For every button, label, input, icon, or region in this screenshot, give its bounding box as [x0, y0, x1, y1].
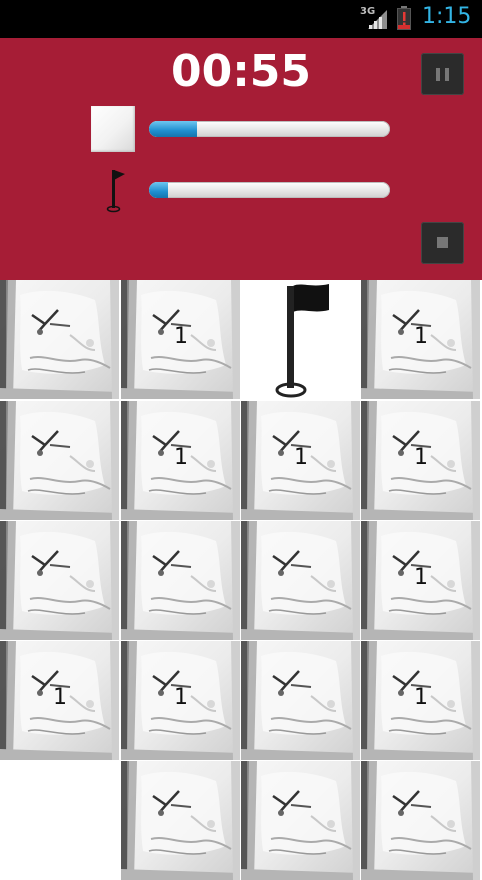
tile-face-icon — [361, 761, 480, 880]
tile-face-icon — [241, 761, 360, 880]
unrevealed-cell[interactable] — [241, 521, 360, 640]
numbered-cell[interactable]: 1 — [361, 641, 480, 760]
cell-number: 1 — [414, 445, 428, 470]
cells-progress-bar — [149, 121, 390, 137]
unrevealed-cell[interactable] — [0, 521, 119, 640]
numbered-cell[interactable]: 1 — [121, 280, 240, 399]
unrevealed-cell[interactable] — [0, 401, 119, 520]
revealed-empty-cell[interactable] — [0, 761, 119, 880]
cell-number: 1 — [414, 685, 428, 710]
flag-icon — [106, 170, 125, 213]
unrevealed-cell[interactable] — [0, 280, 119, 399]
cell-number: 1 — [294, 445, 308, 470]
numbered-cell[interactable]: 1 — [361, 521, 480, 640]
elapsed-timer: 00:55 — [170, 46, 312, 97]
status-bar: 3G 1:15 — [0, 0, 482, 38]
tile-face-icon — [121, 761, 240, 880]
cells-progress-fill — [149, 121, 198, 137]
pause-icon-bar — [445, 68, 449, 81]
tile-face-icon — [0, 401, 119, 520]
numbered-cell[interactable]: 1 — [121, 641, 240, 760]
numbered-cell[interactable]: 1 — [241, 401, 360, 520]
cell-number: 1 — [174, 445, 188, 470]
unrevealed-cell[interactable] — [241, 641, 360, 760]
flags-progress-bar — [149, 182, 390, 198]
numbered-cell[interactable]: 1 — [361, 280, 480, 399]
flagged-cell[interactable] — [241, 280, 360, 399]
tile-face-icon — [0, 280, 119, 399]
numbered-cell[interactable]: 1 — [121, 401, 240, 520]
unrevealed-cell[interactable] — [121, 761, 240, 880]
unrevealed-cell[interactable] — [241, 761, 360, 880]
stop-icon — [437, 237, 448, 248]
tile-face-icon — [121, 521, 240, 640]
tile-face-icon — [0, 521, 119, 640]
tile-face-icon — [241, 521, 360, 640]
numbered-cell[interactable]: 1 — [0, 641, 119, 760]
unrevealed-cell[interactable] — [121, 521, 240, 640]
numbered-cell[interactable]: 1 — [361, 401, 480, 520]
flags-progress-fill — [149, 182, 169, 198]
battery-alert-icon — [397, 6, 411, 30]
signal-icon — [368, 10, 387, 29]
cell-number: 1 — [174, 324, 188, 349]
pause-button[interactable] — [421, 53, 464, 95]
unrevealed-cell[interactable] — [361, 761, 480, 880]
cell-number: 1 — [53, 685, 67, 710]
tile-face-icon — [241, 641, 360, 760]
cell-number: 1 — [174, 685, 188, 710]
flag-icon — [241, 280, 360, 399]
unrevealed-cell-icon — [91, 106, 135, 152]
clock-time: 1:15 — [422, 4, 472, 29]
stop-button[interactable] — [421, 222, 464, 264]
cell-number: 1 — [414, 565, 428, 590]
minefield-grid: 1 1 1 1 1 1 1 1 1 — [0, 280, 482, 880]
cell-number: 1 — [414, 324, 428, 349]
pause-icon — [436, 68, 440, 81]
